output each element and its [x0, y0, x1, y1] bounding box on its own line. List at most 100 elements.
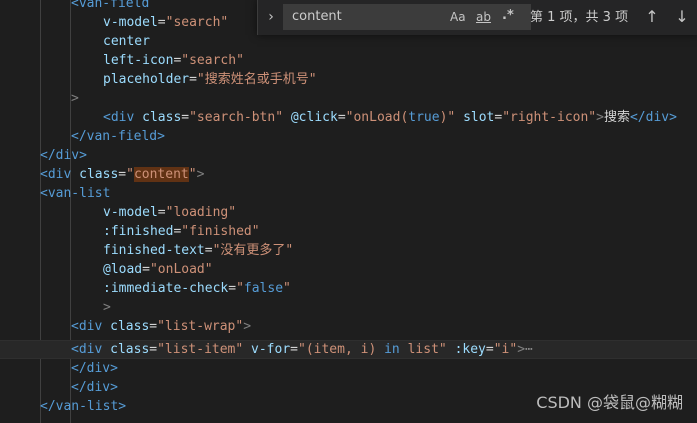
- punct-token: =: [290, 342, 298, 357]
- string-token: ": [126, 167, 134, 182]
- arrow-down-icon[interactable]: ↓: [672, 7, 692, 27]
- tag-token: </div>: [40, 148, 87, 163]
- code-line: left-icon="search": [0, 51, 697, 70]
- string-token: "onLoad(: [345, 110, 409, 125]
- tag-token: <van-field: [71, 0, 150, 11]
- code-line: <div class="list-wrap">: [0, 317, 697, 336]
- tag-token: </van-list>: [40, 399, 127, 414]
- keyword-token: false: [243, 281, 284, 296]
- punct-token: =: [204, 243, 213, 258]
- tag-token: <div: [103, 110, 135, 125]
- attr-token: @click: [290, 110, 338, 125]
- punct-token: =: [118, 167, 127, 182]
- attr-token: class: [110, 319, 150, 334]
- string-token: "search-btn": [189, 110, 284, 125]
- string-token: ": [283, 281, 291, 296]
- punct-token: =: [485, 342, 494, 357]
- string-token: "search": [165, 15, 229, 30]
- string-token: "(item, i): [298, 342, 377, 357]
- code-line: </van-field>: [0, 127, 697, 146]
- string-token: "loading": [165, 205, 237, 220]
- tag-token: </div>: [629, 110, 677, 125]
- string-token: "right-icon": [502, 110, 597, 125]
- code-line: finished-text="没有更多了": [0, 241, 697, 260]
- text-token: 搜索: [603, 110, 630, 125]
- find-widget: › content Aa ab .* 第 1 项，共 3 项 ↑ ↓: [257, 0, 697, 35]
- attr-token: left-icon: [103, 53, 174, 68]
- punct-token: =: [189, 72, 197, 87]
- match-case-button[interactable]: Aa: [450, 8, 466, 26]
- tag-token: <van-list: [40, 186, 111, 201]
- find-input[interactable]: content Aa ab .*: [283, 4, 531, 30]
- punct-token: =: [157, 15, 166, 30]
- punct-token: =: [337, 110, 346, 125]
- punct-token: >: [243, 319, 252, 334]
- arrow-up-icon[interactable]: ↑: [642, 7, 662, 27]
- punct-token: =: [157, 205, 166, 220]
- code-line: <div class="search-btn" @click="onLoad(t…: [0, 108, 697, 127]
- punct-token: >: [596, 110, 604, 125]
- attr-token: class: [110, 342, 150, 357]
- regex-button[interactable]: .*: [502, 7, 514, 25]
- code-line: </div>: [0, 359, 697, 378]
- attr-token: :key: [454, 342, 486, 357]
- folded-ellipsis-icon[interactable]: ⋯: [525, 342, 533, 357]
- keyword-token: in: [384, 342, 400, 357]
- find-input-value: content: [292, 9, 342, 24]
- punct-token: >: [517, 342, 526, 357]
- attr-token: finished-text: [103, 243, 205, 258]
- attr-token: class: [79, 167, 119, 182]
- punct-token: >: [103, 300, 111, 315]
- string-token: "list-item": [157, 342, 244, 357]
- string-token: "search": [181, 53, 244, 68]
- string-token: "搜索姓名或手机号": [196, 72, 317, 87]
- keyword-token: true: [408, 110, 440, 125]
- attr-token: placeholder: [103, 72, 190, 87]
- punct-token: =: [149, 342, 158, 357]
- whole-word-button[interactable]: ab: [476, 8, 491, 26]
- tag-token: </div>: [71, 380, 118, 395]
- string-token: "onLoad": [149, 262, 213, 277]
- code-line: <div class="content">: [0, 165, 697, 184]
- search-match-highlight: content: [133, 167, 189, 182]
- code-line-current[interactable]: <div class="list-item" v-for="(item, i) …: [0, 340, 697, 359]
- chevron-right-icon[interactable]: ›: [262, 6, 280, 28]
- match-count: 第 1 项，共 3 项: [530, 10, 629, 25]
- string-token: list": [407, 342, 447, 357]
- string-token: "没有更多了": [212, 243, 294, 258]
- code-line: </div>: [0, 146, 697, 165]
- attr-token: :immediate-check: [103, 281, 229, 296]
- code-line: @load="onLoad": [0, 260, 697, 279]
- attr-token: :finished: [103, 224, 174, 239]
- tag-token: <div: [71, 342, 103, 357]
- attr-token: v-model: [103, 205, 158, 220]
- punct-token: =: [142, 262, 150, 277]
- punct-token: >: [196, 167, 205, 182]
- string-token: ": [188, 167, 197, 182]
- punct-token: >: [71, 91, 79, 106]
- tag-token: </div>: [71, 361, 118, 376]
- string-token: "finished": [181, 224, 260, 239]
- code-line: >: [0, 298, 697, 317]
- code-line: v-model="loading": [0, 203, 697, 222]
- punct-token: =: [228, 281, 237, 296]
- attr-token: center: [103, 34, 150, 49]
- attr-token: v-model: [103, 15, 158, 30]
- tag-token: <div: [40, 167, 72, 182]
- watermark: CSDN @袋鼠@糊糊: [536, 393, 683, 412]
- tag-token: </van-field>: [71, 129, 165, 144]
- code-line: placeholder="搜索姓名或手机号": [0, 70, 697, 89]
- punct-token: =: [149, 319, 158, 334]
- string-token: "i": [493, 342, 518, 357]
- string-token: )": [439, 110, 456, 125]
- code-line: >: [0, 89, 697, 108]
- code-line: :immediate-check="false": [0, 279, 697, 298]
- attr-token: @load: [103, 262, 143, 277]
- attr-token: slot: [463, 110, 495, 125]
- code-line: :finished="finished": [0, 222, 697, 241]
- code-line: <van-list: [0, 184, 697, 203]
- string-token: "list-wrap": [157, 319, 244, 334]
- attr-token: v-for: [251, 342, 291, 357]
- tag-token: <div: [71, 319, 103, 334]
- code-editor[interactable]: <van-field v-model="search" center left-…: [0, 0, 697, 423]
